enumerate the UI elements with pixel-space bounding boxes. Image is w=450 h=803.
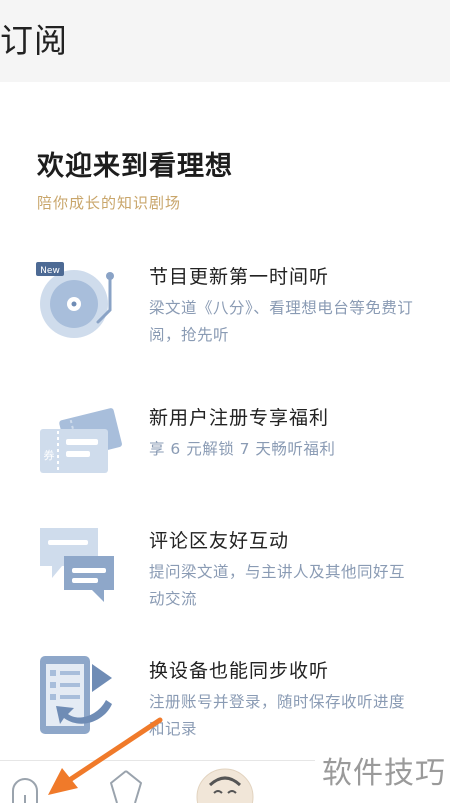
- annotation-arrow: [48, 717, 163, 795]
- watermark-text: 软件技巧: [318, 748, 450, 792]
